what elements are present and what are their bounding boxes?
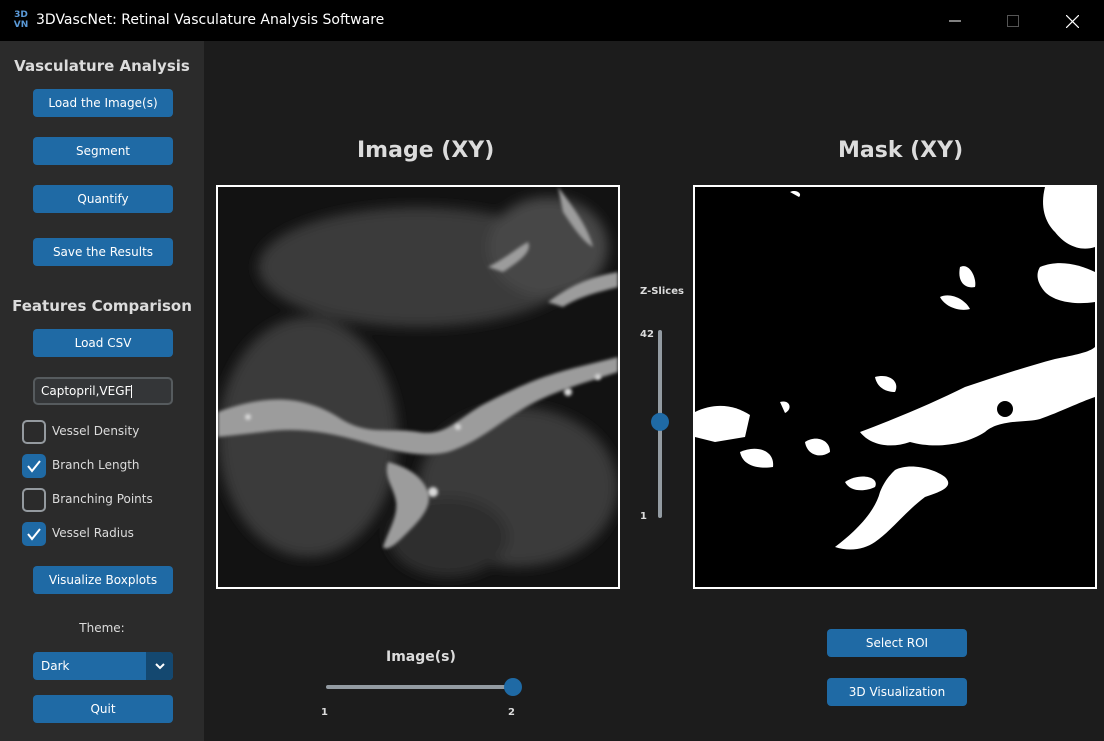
groups-input-value: Captopril,VEGF	[41, 384, 132, 398]
minimize-button[interactable]	[932, 0, 978, 41]
images-slider-thumb[interactable]	[504, 678, 522, 696]
checkbox-box[interactable]	[22, 420, 46, 444]
checkmark-icon	[27, 460, 41, 473]
images-slider-min-label: 1	[321, 707, 328, 718]
title-bar: 3D VN 3DVascNet: Retinal Vasculature Ana…	[0, 0, 1104, 41]
quit-button[interactable]: Quit	[33, 695, 173, 723]
checkbox-box[interactable]	[22, 522, 46, 546]
checkbox-label: Vessel Density	[52, 424, 140, 438]
checkbox-label: Branch Length	[52, 458, 140, 472]
images-slider-track[interactable]	[326, 685, 516, 689]
groups-input[interactable]: Captopril,VEGF	[33, 377, 173, 405]
close-button[interactable]	[1049, 0, 1095, 41]
3d-visualization-button[interactable]: 3D Visualization	[827, 678, 967, 706]
checkbox-label: Branching Points	[52, 492, 153, 506]
features-comparison-title: Features Comparison	[12, 297, 192, 315]
quantify-button[interactable]: Quantify	[33, 185, 173, 213]
app-logo-icon: 3D VN	[11, 10, 31, 32]
microscopy-image	[218, 187, 618, 587]
mask-panel-title: Mask (XY)	[838, 138, 964, 163]
chevron-down-icon	[155, 663, 165, 670]
checkmark-icon	[27, 528, 41, 541]
save-results-button[interactable]: Save the Results	[33, 238, 173, 266]
app-logo-text-top: 3D	[14, 10, 28, 20]
theme-label: Theme:	[79, 621, 125, 635]
checkbox-box[interactable]	[22, 454, 46, 478]
window-title: 3DVascNet: Retinal Vasculature Analysis …	[36, 12, 385, 28]
images-slider[interactable]	[320, 676, 526, 698]
images-slider-label: Image(s)	[386, 649, 456, 665]
xy-mask-view[interactable]	[693, 185, 1097, 589]
vasculature-analysis-title: Vasculature Analysis	[14, 57, 190, 75]
select-roi-button[interactable]: Select ROI	[827, 629, 967, 657]
xy-image-view[interactable]	[216, 185, 620, 589]
segment-button[interactable]: Segment	[33, 137, 173, 165]
checkbox-box[interactable]	[22, 488, 46, 512]
sidebar: Vasculature Analysis Load the Image(s) S…	[0, 41, 204, 741]
image-panel-title: Image (XY)	[357, 138, 495, 163]
maximize-icon	[1007, 15, 1019, 27]
visualize-boxplots-button[interactable]: Visualize Boxplots	[33, 566, 173, 594]
minimize-icon	[949, 20, 961, 22]
text-caret	[131, 385, 133, 398]
zslices-slider[interactable]	[648, 326, 672, 522]
close-icon	[1066, 15, 1079, 28]
zslices-min-label: 1	[640, 511, 647, 522]
load-images-button[interactable]: Load the Image(s)	[33, 89, 173, 117]
images-slider-max-label: 2	[508, 707, 515, 718]
zslices-label: Z-Slices	[640, 286, 684, 297]
zslices-slider-thumb[interactable]	[651, 412, 669, 431]
theme-select[interactable]: Dark	[33, 652, 173, 680]
load-csv-button[interactable]: Load CSV	[33, 329, 173, 357]
checkbox-label: Vessel Radius	[52, 526, 134, 540]
segmentation-mask	[695, 187, 1095, 587]
theme-select-value: Dark	[41, 659, 70, 673]
maximize-button[interactable]	[990, 0, 1036, 41]
theme-dropdown-button[interactable]	[146, 652, 173, 680]
app-logo-text-bottom: VN	[13, 20, 29, 30]
